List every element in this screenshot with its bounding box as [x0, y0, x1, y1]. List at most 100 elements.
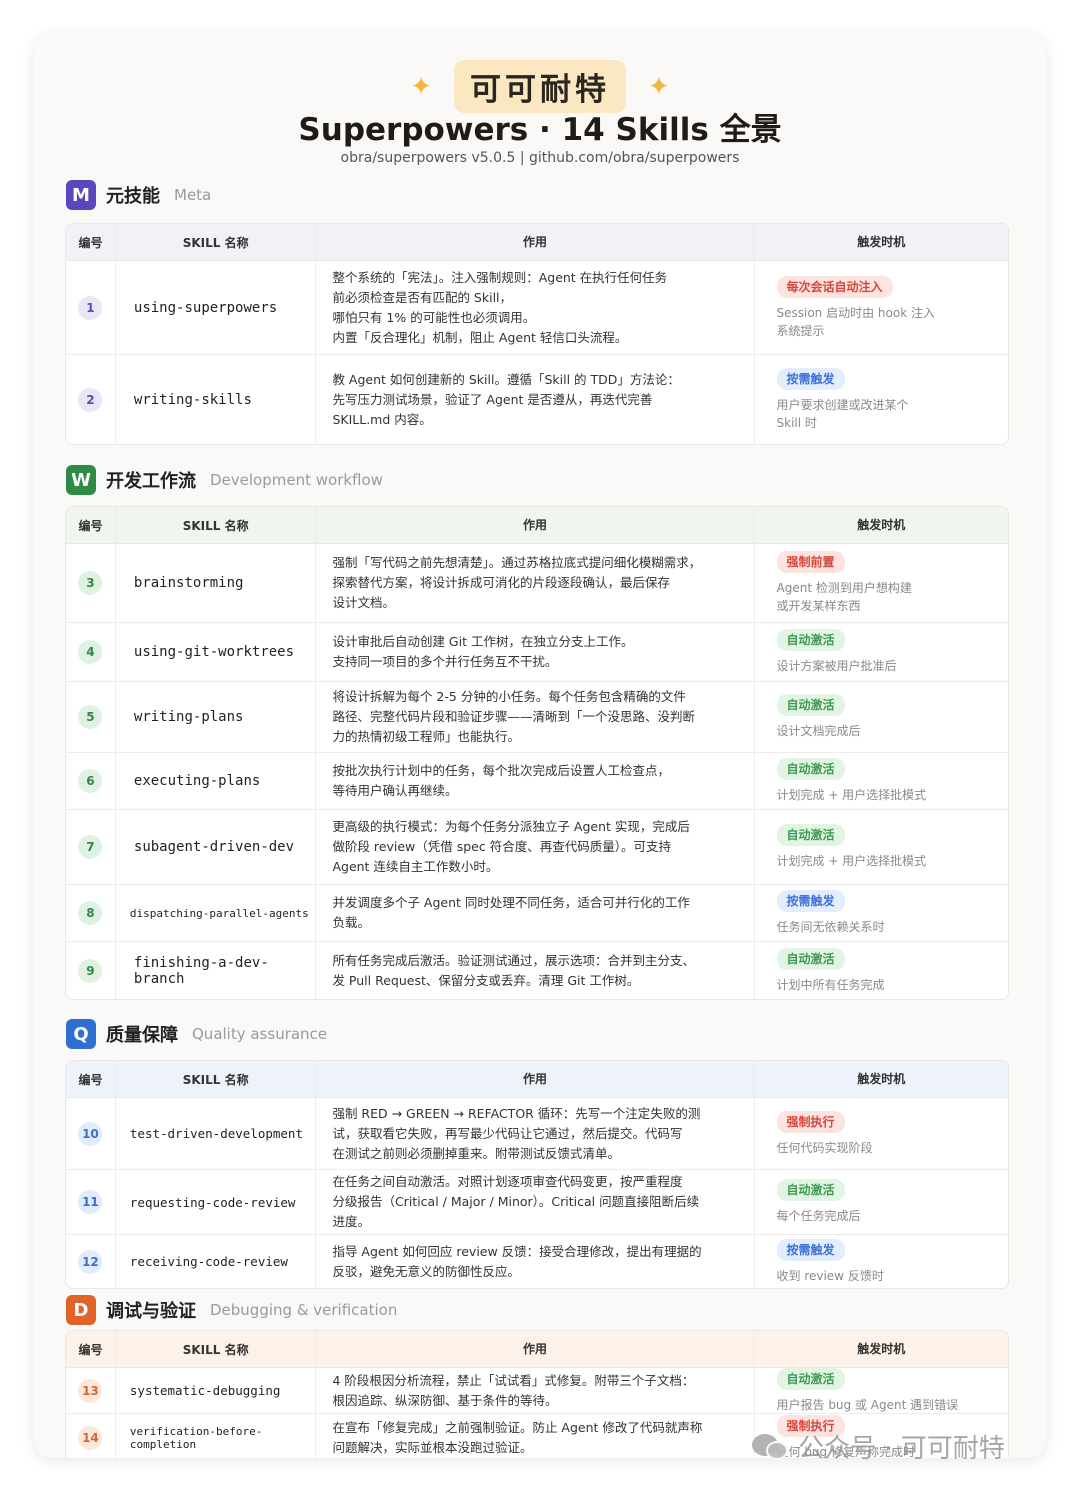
description-line: 所有任务完成后激活。验证测试通过，展示选项：合并到主分支、 [332, 952, 695, 968]
table-row: 2 writing-skills 教 Agent 如何创建新的 Skill。遵循「S… [66, 355, 1008, 444]
trigger-cell: 按需触发 任务间无依赖关系时 [755, 885, 1009, 941]
num-cell: 7 [66, 810, 116, 884]
section-heading: W 开发工作流 Development workflow [66, 465, 383, 495]
num-cell: 8 [66, 885, 116, 941]
section-badge: M [66, 180, 96, 210]
table-header: 编号 SKILL 名称 作用 触发时机 [66, 507, 1008, 544]
description-line: SKILL.md 内容。 [332, 411, 432, 427]
skill-description: 在任务之间自动激活。对照计划逐项审查代码变更，按严重程度 分级报告（Critica… [316, 1170, 755, 1234]
skill-name: subagent-driven-dev [116, 810, 317, 884]
section-subtitle: Meta [174, 186, 212, 204]
skill-description: 4 阶段根因分析流程，禁止「试试看」式修复。附带三个子文档： 根因追踪、纵深防御、… [316, 1368, 755, 1413]
skill-number: 6 [78, 769, 103, 793]
trigger-badge: 自动激活 [776, 1367, 845, 1390]
description-line: 先写压力测试场景，验证了 Agent 是否遵从，再迭代完善 [332, 391, 653, 407]
trigger-text: 用户要求创建或改进某个 [776, 397, 909, 412]
section-subtitle: Quality assurance [192, 1025, 328, 1043]
trigger-text: 任务间无依赖关系时 [776, 920, 885, 934]
trigger-text: 每个任务完成后 [776, 1209, 861, 1223]
description-line: 前必须检查是否有匹配的 Skill， [332, 289, 513, 305]
description-line: 发 Pull Request、保留分支或丢弃。清理 Git 工作树。 [332, 972, 640, 988]
column-header-desc: 作用 [316, 224, 755, 261]
section-title: 质量保障 [106, 1025, 178, 1046]
table-row: 8 dispatching-parallel-agents 并发调度多个子 Agen… [66, 885, 1008, 942]
description-line: Agent 连续自主工作数小时。 [332, 859, 499, 874]
trigger-text: 任何代码实现阶段 [776, 1140, 873, 1155]
description-line: 并发调度多个子 Agent 同时处理不同任务，适合可并行化的工作 [332, 895, 690, 910]
header: ✦ 可可耐特 ✦ Superpowers · 14 Skills 全景 obra… [33, 34, 1047, 184]
skill-number: 2 [78, 387, 103, 412]
skill-number: 7 [78, 835, 103, 859]
skill-name: systematic-debugging [116, 1368, 317, 1413]
trigger-text: 或开发某样东西 [776, 599, 861, 613]
skill-description: 所有任务完成后激活。验证测试通过，展示选项：合并到主分支、发 Pull Requ… [316, 942, 755, 999]
skill-name: finishing-a-dev-branch [116, 942, 317, 999]
section-heading: Q 质量保障 Quality assurance [66, 1019, 327, 1049]
trigger-cell: 每次会话自动注入 Session 启动时由 hook 注入 系统提示 [755, 261, 1009, 354]
sparkle-icon: ✦ [410, 71, 432, 102]
skills-table: 编号 SKILL 名称 作用 触发时机 1 using-superpowers 整个系统的「… [65, 223, 1009, 445]
description-line: 试，获取看它失败，再写最少代码让它通过，然后提交。代码写 [332, 1125, 683, 1141]
trigger-badge: 强制前置 [776, 551, 845, 573]
num-cell: 4 [66, 623, 116, 681]
column-header-name: SKILL 名称 [116, 1331, 317, 1368]
skill-name: receiving-code-review [116, 1235, 317, 1288]
num-cell: 6 [66, 753, 116, 809]
section-subtitle: Development workflow [210, 471, 383, 489]
trigger-badge: 自动激活 [776, 947, 845, 970]
trigger-badge: 按需触发 [776, 1238, 845, 1261]
description-line: 根因追踪、纵深防御、基于条件的等待。 [332, 1392, 558, 1408]
skill-name: requesting-code-review [116, 1170, 317, 1234]
table-header: 编号 SKILL 名称 作用 触发时机 [66, 1061, 1008, 1098]
skill-description: 在宣布「修复完成」之前强制验证。防止 Agent 修改了代码就声称 问题解决，实际… [316, 1414, 755, 1458]
skill-name: verification-before-completion [116, 1414, 317, 1458]
trigger-cell: 自动激活 设计方案被用户批准后 [755, 623, 1009, 681]
skill-number: 1 [78, 295, 103, 320]
trigger-text: 用户报告 bug 或 Agent 遇到错误 [776, 1397, 959, 1412]
column-header-name: SKILL 名称 [116, 224, 317, 261]
num-cell: 13 [66, 1368, 116, 1413]
description-line: 支持同一项目的多个并行任务互不干扰。 [332, 654, 558, 669]
trigger-text: 设计文档完成后 [776, 724, 861, 738]
skill-description: 设计审批后自动创建 Git 工作树，在独立分支上工作。 支持同一项目的多个并行任务… [316, 623, 755, 681]
description-line: 探索替代方案，将设计拆成可消化的片段逐段确认，最后保存 [332, 575, 670, 590]
section-badge: W [66, 465, 96, 495]
description-line: 反驳，避免无意义的防御性反应。 [332, 1263, 520, 1279]
description-line: 在任务之间自动激活。对照计划逐项审查代码变更，按严重程度 [332, 1174, 683, 1189]
num-cell: 14 [66, 1414, 116, 1458]
table-row: 4 using-git-worktrees 设计审批后自动创建 Git 工作树，在独… [66, 623, 1008, 682]
watermark: 公众号 · 可可耐特 [752, 1428, 1005, 1465]
trigger-cell: 按需触发 用户要求创建或改进某个 Skill 时 [755, 355, 1009, 444]
skill-description: 将设计拆解为每个 2-5 分钟的小任务。每个任务包含精确的文件 路径、完整代码片段… [316, 682, 755, 752]
column-header-trigger: 触发时机 [857, 235, 906, 249]
description-line: 教 Agent 如何创建新的 Skill。遵循「Skill 的 TDD」方法论： [332, 371, 680, 387]
description-line: 将设计拆解为每个 2-5 分钟的小任务。每个任务包含精确的文件 [332, 689, 686, 704]
trigger-text: Session 启动时由 hook 注入 [776, 305, 935, 320]
description-line: 4 阶段根因分析流程，禁止「试试看」式修复。附带三个子文档： [332, 1372, 695, 1388]
description-line: 力的热情初级工程师」也能执行。 [332, 729, 520, 744]
skill-name: writing-skills [116, 355, 317, 444]
trigger-cell: 自动激活用户报告 bug 或 Agent 遇到错误 [755, 1367, 1009, 1413]
section-title: 调试与验证 [106, 1301, 196, 1322]
trigger-cell: 自动激活 计划完成 + 用户选择批模式 [755, 753, 1009, 809]
skill-description: 指导 Agent 如何回应 review 反馈：接受合理修改，提出有理据的 反驳，… [316, 1235, 755, 1288]
trigger-cell: 强制执行 任何代码实现阶段 [755, 1098, 1009, 1169]
skill-description: 强制 RED → GREEN → REFACTOR 循环：先写一个注定失败的测试… [316, 1098, 755, 1169]
skill-name: using-git-worktrees [116, 623, 317, 681]
description-line: 内置「反合理化」机制，阻止 Agent 轻信口头流程。 [332, 329, 628, 345]
trigger-text: 计划完成 + 用户选择批模式 [776, 854, 927, 868]
table-header: 编号 SKILL 名称 作用 触发时机 [66, 224, 1008, 261]
column-header-desc: 作用 [316, 1331, 755, 1368]
column-header-num: 编号 [66, 1331, 116, 1368]
trigger-badge: 自动激活 [776, 694, 845, 716]
section-title: 开发工作流 [106, 471, 196, 492]
trigger-text: 计划完成 + 用户选择批模式 [776, 788, 927, 802]
description-line: 路径、完整代码片段和验证步骤——清晰到「一个没思路、没判断 [332, 709, 695, 724]
description-line: 强制「写代码之前先想清楚」。通过苏格拉底式提问细化模糊需求， [332, 555, 702, 570]
page-subtitle: obra/superpowers v5.0.5 | github.com/obr… [340, 150, 740, 166]
table-row: 1 using-superpowers 整个系统的「宪法」。注入强制规则：Agent… [66, 261, 1008, 355]
description-line: 等待用户确认再继续。 [332, 783, 458, 798]
num-cell: 9 [66, 942, 116, 999]
num-cell: 2 [66, 355, 116, 444]
column-header-num: 编号 [66, 224, 116, 261]
